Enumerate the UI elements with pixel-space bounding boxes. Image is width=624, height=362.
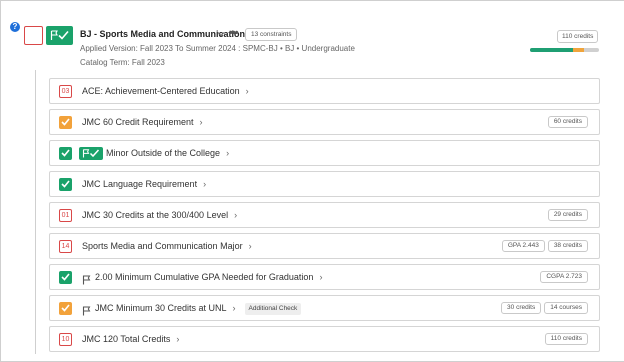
flag-check-icon[interactable] xyxy=(79,147,103,160)
in-progress-check-icon[interactable] xyxy=(59,116,72,129)
progress-bar xyxy=(530,48,599,52)
requirement-title: 2.00 Minimum Cumulative GPA Needed for G… xyxy=(95,272,314,282)
requirement-label[interactable]: JMC Minimum 30 Credits at UNL › xyxy=(95,303,236,313)
chevron-right-icon[interactable]: › xyxy=(200,117,203,127)
requirement-title: Minor Outside of the College xyxy=(106,148,221,158)
requirement-stat-badge: 110 credits xyxy=(544,333,588,345)
requirement-stat-badge: 38 credits xyxy=(547,240,588,252)
chevron-right-icon[interactable]: › xyxy=(226,148,229,158)
requirement-stat-badge: GPA 2.443 xyxy=(501,240,545,252)
requirement-label[interactable]: Sports Media and Communication Major › xyxy=(82,241,252,251)
chevron-right-icon[interactable]: › xyxy=(203,179,206,189)
total-credits-badge: 110 credits xyxy=(557,30,599,43)
requirement-stat-badge: 14 courses xyxy=(544,302,588,314)
complete-check-icon[interactable] xyxy=(59,147,72,160)
requirement-row[interactable]: 01 JMC 30 Credits at the 300/400 Level › 29… xyxy=(49,202,600,228)
in-progress-check-icon[interactable] xyxy=(59,302,72,315)
requirement-label[interactable]: JMC 30 Credits at the 300/400 Level › xyxy=(82,210,237,220)
requirement-label[interactable]: JMC 60 Credit Requirement › xyxy=(82,117,203,127)
remaining-count-badge[interactable]: 14 xyxy=(59,240,72,253)
catalog-term-text: Catalog Term: Fall 2023 xyxy=(80,58,165,67)
requirement-row[interactable]: Minor Outside of the College › xyxy=(49,140,600,166)
applied-version-text: Applied Version: Fall 2023 To Summer 202… xyxy=(80,44,355,53)
requirement-label[interactable]: JMC 120 Total Credits › xyxy=(82,334,179,344)
flag-check-icon[interactable] xyxy=(46,26,73,45)
requirement-label[interactable]: 2.00 Minimum Cumulative GPA Needed for G… xyxy=(95,272,322,282)
flag-icon xyxy=(82,272,91,290)
more-options-icon[interactable]: ••• xyxy=(229,27,239,39)
requirement-title: JMC Language Requirement xyxy=(82,179,198,189)
chevron-right-icon[interactable]: › xyxy=(233,303,236,313)
requirement-row[interactable]: JMC Minimum 30 Credits at UNL › Additional… xyxy=(49,295,600,321)
chevron-right-icon[interactable]: › xyxy=(176,334,179,344)
remaining-count-badge[interactable]: 01 xyxy=(59,209,72,222)
requirement-stat-badge: 60 credits xyxy=(547,116,588,128)
requirement-row[interactable]: JMC Language Requirement › xyxy=(49,171,600,197)
progress-in-progress-segment xyxy=(572,48,584,52)
requirement-title: JMC Minimum 30 Credits at UNL xyxy=(95,303,227,313)
requirement-label[interactable]: Minor Outside of the College › xyxy=(106,148,229,158)
requirement-row[interactable]: 10 JMC 120 Total Credits › 110 credits xyxy=(49,326,600,352)
complete-check-icon[interactable] xyxy=(59,178,72,191)
requirements-list: 03 ACE: Achievement-Centered Education › JM… xyxy=(49,78,600,357)
requirement-title: ACE: Achievement-Centered Education xyxy=(82,86,240,96)
requirement-label[interactable]: JMC Language Requirement › xyxy=(82,179,206,189)
requirement-stat-badge: 30 credits xyxy=(501,302,542,314)
remaining-count-badge[interactable]: 10 xyxy=(59,333,72,346)
chevron-right-icon[interactable]: › xyxy=(234,210,237,220)
constraints-badge[interactable]: 13 constraints xyxy=(245,28,298,41)
chevron-right-icon[interactable]: › xyxy=(246,86,249,96)
additional-check-tag: Additional Check xyxy=(244,303,302,315)
chevron-down-icon[interactable] xyxy=(217,30,225,38)
requirement-title: JMC 120 Total Credits xyxy=(82,334,171,344)
program-status-box[interactable] xyxy=(24,26,43,45)
requirement-row[interactable]: JMC 60 Credit Requirement › 60 credits xyxy=(49,109,600,135)
requirement-row[interactable]: 14 Sports Media and Communication Major › 3… xyxy=(49,233,600,259)
complete-check-icon[interactable] xyxy=(59,271,72,284)
requirement-row[interactable]: 2.00 Minimum Cumulative GPA Needed for G… xyxy=(49,264,600,290)
remaining-count-badge[interactable]: 03 xyxy=(59,85,72,98)
requirement-title: Sports Media and Communication Major xyxy=(82,241,243,251)
help-icon[interactable]: ? xyxy=(10,22,20,32)
requirement-title: JMC 30 Credits at the 300/400 Level xyxy=(82,210,229,220)
progress-complete-segment xyxy=(530,48,573,52)
requirement-label[interactable]: ACE: Achievement-Centered Education › xyxy=(82,86,249,96)
flag-icon xyxy=(82,303,91,321)
chevron-right-icon[interactable]: › xyxy=(249,241,252,251)
requirement-title: JMC 60 Credit Requirement xyxy=(82,117,194,127)
requirement-stat-badge: CGPA 2.723 xyxy=(540,271,588,283)
tree-connector-line xyxy=(35,70,36,354)
requirement-stat-badge: 29 credits xyxy=(547,209,588,221)
requirement-row[interactable]: 03 ACE: Achievement-Centered Education › xyxy=(49,78,600,104)
chevron-right-icon[interactable]: › xyxy=(319,272,322,282)
